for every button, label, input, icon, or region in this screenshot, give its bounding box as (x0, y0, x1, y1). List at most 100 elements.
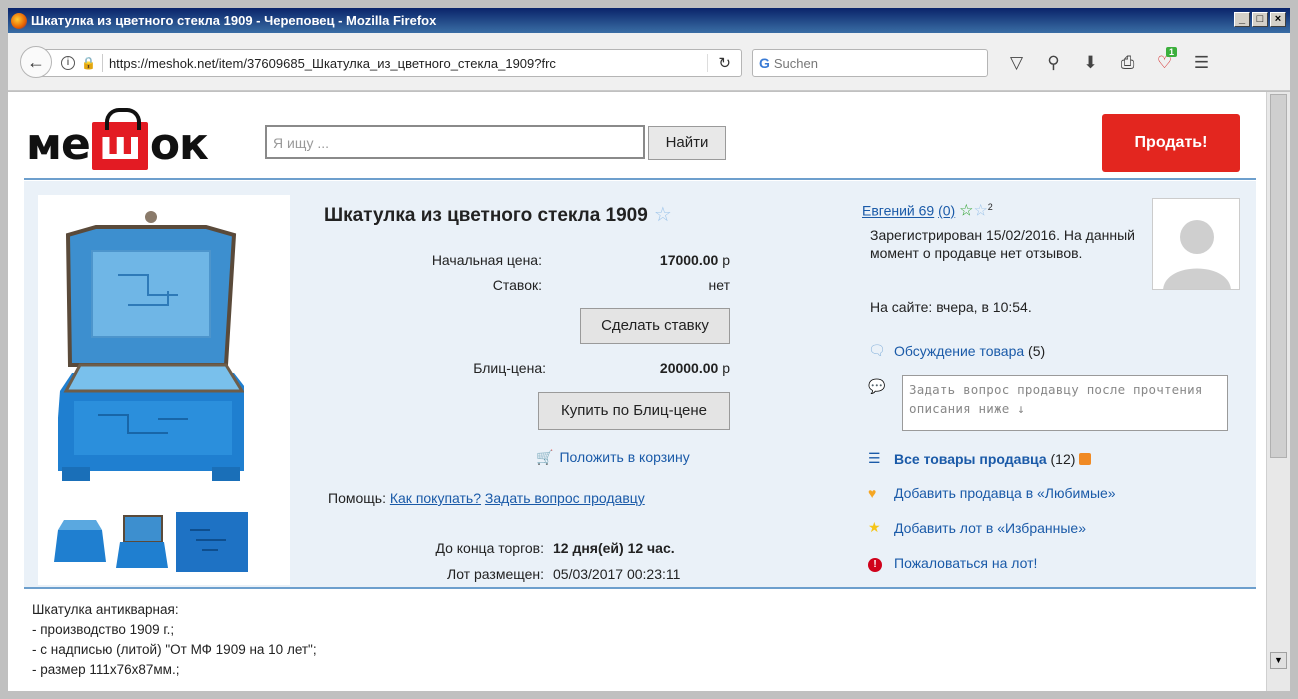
description-divider (24, 587, 1256, 589)
star-filled-icon: ★ (868, 519, 881, 535)
seller-online: На сайте: вчера, в 10:54. (870, 299, 1032, 315)
main-product-photo[interactable] (58, 205, 244, 485)
discussion-row[interactable]: 🗨 Обсуждение товара (5) (868, 342, 1045, 359)
site-search-button[interactable]: Найти (648, 126, 726, 160)
posted-label: Лот размещен: (447, 566, 544, 582)
all-items-count: (12) (1050, 450, 1076, 467)
maximize-button[interactable]: □ (1252, 12, 1268, 27)
star-outline-icon[interactable]: ☆ (654, 204, 672, 226)
star-green-icon: ☆ (959, 202, 974, 220)
url-bar[interactable]: i 🔒 https://meshok.net/item/37609685_Шка… (38, 49, 742, 77)
browser-search-box[interactable]: G Suchen (752, 49, 988, 77)
add-to-cart-text[interactable]: Положить в корзину (559, 449, 689, 465)
all-items-link[interactable]: Все товары продавца (894, 451, 1047, 467)
start-price-label: Начальная цена: (431, 252, 542, 268)
thumbnail-2[interactable] (114, 512, 170, 572)
seller-reviews-link[interactable]: (0) (938, 203, 955, 219)
web-page: ме ш ок Я ищу ... Найти Продать! Шкатулк… (8, 92, 1266, 691)
site-search-input[interactable]: Я ищу ... (265, 125, 645, 159)
reload-icon[interactable]: ↻ (707, 54, 731, 72)
blitz-price-amount: 20000.00 (659, 360, 719, 376)
list-icon: ☰ (868, 450, 881, 466)
browser-search-placeholder: Suchen (773, 55, 818, 71)
blitz-price-label: Блиц-цена: (473, 360, 546, 376)
question-icon-row: 💬 (868, 378, 894, 395)
sell-button[interactable]: Продать! (1102, 114, 1240, 172)
adblock-icon[interactable]: ♡ 1 (1146, 47, 1183, 75)
star-outline-icon-seller: ☆ (973, 202, 988, 220)
seller-avatar[interactable] (1152, 198, 1240, 290)
report-link[interactable]: Пожаловаться на лот! (894, 555, 1037, 571)
fav-seller-link[interactable]: Добавить продавца в «Любимые» (894, 485, 1116, 501)
logo-text-bag: ш (99, 123, 141, 169)
minimize-button[interactable]: _ (1234, 12, 1250, 27)
all-items-row[interactable]: ☰ Все товары продавца (12) (868, 450, 1092, 467)
search-engine-icon[interactable]: G (759, 55, 770, 71)
report-row[interactable]: ! Пожаловаться на лот! (868, 554, 1037, 572)
blitz-price-currency: р (722, 360, 730, 376)
site-logo[interactable]: ме ш ок (26, 108, 209, 170)
header-divider (24, 178, 1256, 180)
menu-icon[interactable]: ☰ (1183, 51, 1220, 75)
chat-icon: 🗨 (868, 342, 886, 358)
thumbnail-3[interactable] (176, 512, 248, 572)
start-price-currency: р (722, 252, 730, 268)
help-label: Помощь: (328, 490, 386, 506)
lot-title-text: Шкатулка из цветного стекла 1909 (324, 205, 648, 226)
place-bid-button[interactable]: Сделать ставку (580, 308, 730, 344)
thumbnail-1[interactable] (52, 512, 108, 572)
auction-end-value: 12 дня(ей) 12 час. (553, 540, 675, 556)
download-icon[interactable]: ⬇ (1072, 51, 1109, 75)
alert-icon: ! (868, 554, 894, 572)
cart-icon: 🛒 (536, 449, 554, 465)
rss-icon[interactable] (1079, 452, 1092, 465)
seller-registered: Зарегистрирован 15/02/2016. На данный мо… (870, 227, 1135, 261)
bids-label: Ставок: (492, 277, 542, 293)
lot-description: Шкатулка антикварная: - производство 190… (32, 600, 317, 680)
print-icon[interactable]: ⎙ (1109, 51, 1146, 75)
speech-bubble-icon: 💬 (868, 378, 886, 394)
fav-lot-row[interactable]: ★ Добавить лот в «Избранные» (868, 519, 1086, 536)
auction-end-label: До конца торгов: (435, 540, 544, 556)
seller-name-link[interactable]: Евгений 69 (862, 203, 934, 219)
description-line: - размер 111x76x87мм.; (32, 662, 180, 677)
discussion-count: (5) (1028, 342, 1046, 359)
fav-seller-row[interactable]: ♥ Добавить продавца в «Любимые» (868, 485, 1116, 501)
window-title: Шкатулка из цветного стекла 1909 - Череп… (31, 13, 437, 28)
addon-badge: 1 (1165, 47, 1177, 57)
help-row: Помощь: Как покупать? Задать вопрос прод… (328, 490, 645, 506)
search-icon[interactable]: ⚲ (1035, 51, 1072, 75)
description-line: Шкатулка антикварная: (32, 602, 179, 617)
page-scrollbar[interactable]: ▼ (1266, 92, 1290, 691)
start-price-amount: 17000.00 (659, 252, 719, 268)
start-price-value: 17000.00 р (608, 252, 730, 268)
thumbnail-strip (52, 512, 248, 572)
url-text[interactable]: https://meshok.net/item/37609685_Шкатулк… (109, 56, 629, 71)
add-to-cart-link[interactable]: 🛒 Положить в корзину (536, 449, 690, 466)
posted-value: 05/03/2017 00:23:11 (553, 566, 681, 582)
description-line: - производство 1909 г.; (32, 622, 175, 637)
seller-stars-count: 2 (987, 202, 993, 212)
buy-blitz-button[interactable]: Купить по Блиц-цене (538, 392, 730, 430)
how-to-buy-link[interactable]: Как покупать? (390, 490, 481, 506)
seller-header: Евгений 69 (0) ☆☆2 (862, 198, 993, 221)
window-titlebar: Шкатулка из цветного стекла 1909 - Череп… (8, 8, 1290, 33)
back-button[interactable]: ← (20, 46, 52, 78)
close-button[interactable]: × (1270, 12, 1286, 27)
logo-text-left: ме (26, 119, 91, 170)
info-icon[interactable]: i (61, 56, 75, 70)
ask-question-field[interactable]: Задать вопрос продавцу после прочтения о… (902, 375, 1228, 431)
discussion-link[interactable]: Обсуждение товара (894, 343, 1024, 359)
arrow-left-icon: ← (27, 51, 45, 72)
lot-title: Шкатулка из цветного стекла 1909 ☆ (324, 202, 672, 227)
pocket-icon[interactable]: ▽ (998, 51, 1035, 75)
firefox-icon (11, 12, 27, 29)
browser-toolbar: ← i 🔒 https://meshok.net/item/37609685_Ш… (8, 33, 1290, 91)
bids-value: нет (708, 277, 730, 293)
fav-lot-link[interactable]: Добавить лот в «Избранные» (894, 520, 1086, 536)
scrollbar-thumb[interactable] (1270, 94, 1287, 458)
logo-bag-icon: ш (91, 108, 148, 170)
ask-seller-link[interactable]: Задать вопрос продавцу (485, 490, 645, 506)
scroll-down-arrow-icon[interactable]: ▼ (1270, 652, 1287, 669)
blitz-price-value: 20000.00 р (608, 360, 730, 376)
